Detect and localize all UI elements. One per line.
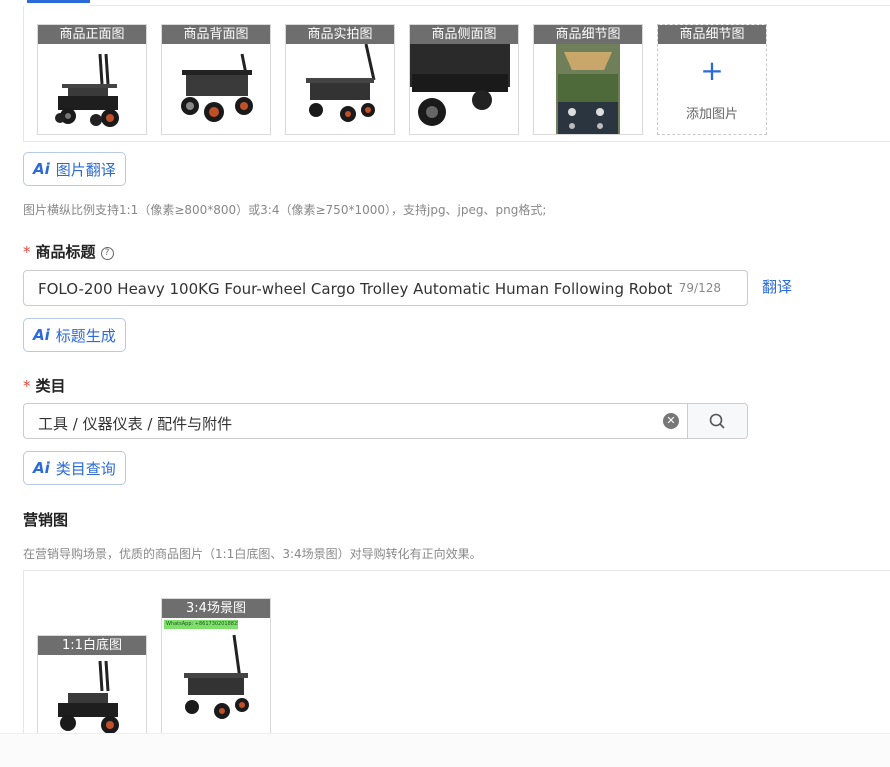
search-icon xyxy=(709,413,725,429)
marketing-slot-label: 1:1白底图 xyxy=(38,636,146,655)
category-search-button[interactable] xyxy=(687,404,747,438)
required-asterisk: * xyxy=(23,377,31,395)
cart-thumbnail xyxy=(306,44,376,122)
category-label: * 类目 xyxy=(23,377,66,395)
category-input[interactable]: 工具 / 仪器仪表 / 配件与附件 ✕ xyxy=(23,403,748,439)
add-image-slot[interactable]: 商品细节图 + 添加图片 xyxy=(657,24,767,135)
active-tab-indicator xyxy=(27,0,90,3)
plus-icon: + xyxy=(700,54,724,87)
marketing-hint: 在营销导购场景，优质的商品图片（1:1白底图、3:4场景图）对导购转化有正向效果… xyxy=(23,547,482,561)
required-asterisk: * xyxy=(23,243,31,261)
cart-thumbnail xyxy=(181,53,253,122)
title-input[interactable]: FOLO-200 Heavy 100KG Four-wheel Cargo Tr… xyxy=(23,270,748,306)
image-slot-real[interactable]: 商品实拍图 xyxy=(285,24,395,135)
marketing-slot-portrait[interactable]: 3:4场景图 WhatsApp: +8617302018825 xyxy=(161,598,271,741)
category-query-button[interactable]: Ai 类目查询 xyxy=(23,451,126,485)
image-hint: 图片横纵比例支持1:1（像素≥800*800）或3:4（像素≥750*1000）… xyxy=(23,203,547,217)
image-slot-label: 商品背面图 xyxy=(162,25,270,44)
product-image-panel: 商品正面图 商品背面图 商品实拍图 商品侧面图 商品细节图 商品细节图 + 添加… xyxy=(23,6,890,142)
image-slot-label: 商品侧面图 xyxy=(410,25,518,44)
ai-icon: Ai xyxy=(33,326,50,344)
category-value: 工具 / 仪器仪表 / 配件与附件 xyxy=(38,415,233,433)
ai-icon: Ai xyxy=(33,160,50,178)
image-slot-side[interactable]: 商品侧面图 xyxy=(409,24,519,135)
title-generate-button[interactable]: Ai 标题生成 xyxy=(23,318,126,352)
image-slot-label: 商品细节图 xyxy=(534,25,642,44)
add-image-label: 添加图片 xyxy=(685,107,738,122)
marketing-slot-label: 3:4场景图 xyxy=(162,599,270,618)
image-translate-label: 图片翻译 xyxy=(55,160,116,179)
whatsapp-watermark: WhatsApp: +8617302018825 xyxy=(164,620,238,629)
marketing-slot-square[interactable]: 1:1白底图 xyxy=(37,635,147,741)
cart-thumbnail xyxy=(58,660,119,734)
cart-thumbnail xyxy=(184,634,249,719)
ai-icon: Ai xyxy=(33,459,50,477)
help-icon[interactable]: ? xyxy=(100,247,114,260)
category-query-label: 类目查询 xyxy=(55,459,116,478)
image-slot-back[interactable]: 商品背面图 xyxy=(161,24,271,135)
detail-thumbnail xyxy=(556,44,620,134)
translate-link[interactable]: 翻译 xyxy=(762,276,792,297)
image-slot-detail[interactable]: 商品细节图 xyxy=(533,24,643,135)
title-char-count: 79/128 xyxy=(678,281,721,295)
title-generate-label: 标题生成 xyxy=(55,326,116,345)
marketing-label: 营销图 xyxy=(23,511,69,529)
image-translate-button[interactable]: Ai 图片翻译 xyxy=(23,152,126,186)
clear-icon[interactable]: ✕ xyxy=(663,413,679,429)
title-label: * 商品标题? xyxy=(23,241,114,262)
marketing-image-panel: 1:1白底图 3:4场景图 WhatsApp: +8617302018825 xyxy=(23,570,890,741)
image-slot-label: 商品实拍图 xyxy=(286,25,394,44)
title-value: FOLO-200 Heavy 100KG Four-wheel Cargo Tr… xyxy=(38,280,673,298)
cart-thumbnail xyxy=(410,44,510,126)
image-slot-front[interactable]: 商品正面图 xyxy=(37,24,147,135)
cart-thumbnail xyxy=(55,53,119,127)
image-slot-label: 商品正面图 xyxy=(38,25,146,44)
bottom-bar xyxy=(0,733,890,767)
image-slot-label: 商品细节图 xyxy=(658,25,766,44)
